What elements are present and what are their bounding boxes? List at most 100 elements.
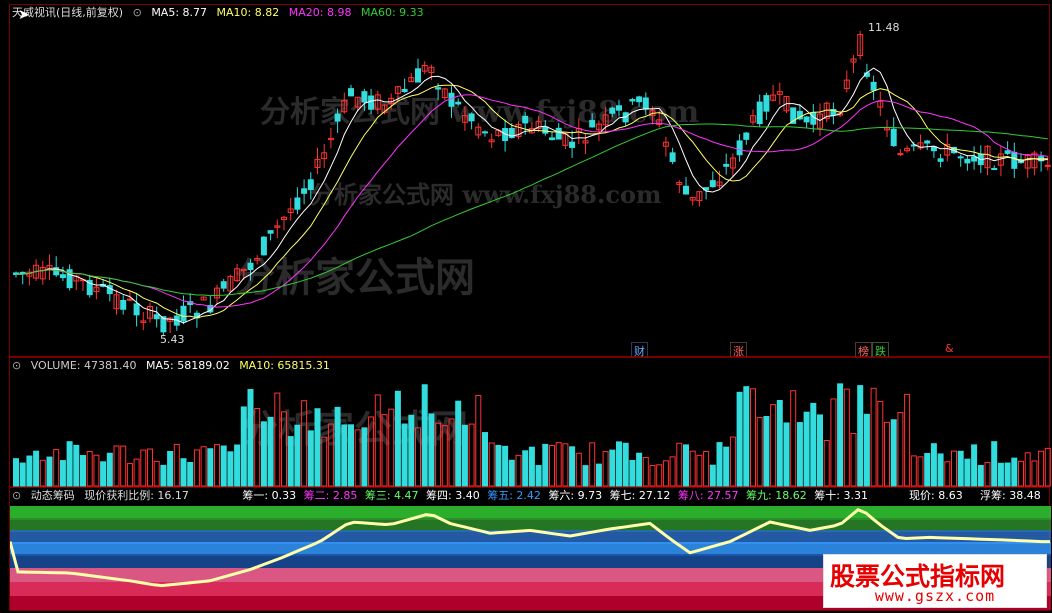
candle-body (307, 179, 314, 191)
main-header: ➤ 天威视讯(日线,前复权) ⊙ MA5: 8.77 MA10: 8.82 MA… (12, 6, 430, 23)
volume-bar (910, 455, 917, 487)
volume-bar (964, 458, 971, 487)
candle-body (736, 140, 743, 156)
chip-distribution-pane[interactable]: ⊙ 动态筹码 现价获利比例: 16.17 筹一: 0.33 筹二: 2.85 筹… (9, 487, 1051, 611)
volume-bar (361, 427, 368, 487)
ma60-label: MA60: 9.33 (360, 6, 424, 19)
candle-body (448, 92, 455, 107)
volume-bar (582, 465, 589, 487)
candle-body (569, 141, 576, 148)
candle-body (180, 305, 187, 322)
volume-bar (843, 388, 850, 487)
candle-body (415, 68, 421, 83)
volume-label: VOLUME: 47381.40 (30, 359, 137, 372)
volume-bar (307, 430, 314, 487)
volume-bar (374, 394, 381, 487)
volume-bar (294, 424, 301, 487)
volume-bar (502, 445, 509, 487)
volume-bar (86, 451, 93, 487)
candle-body (870, 81, 877, 91)
volume-bar (461, 424, 468, 487)
volume-bar (642, 456, 649, 487)
volume-bar (113, 445, 120, 487)
volume-bar (616, 441, 622, 487)
volume-bar (193, 449, 200, 487)
volume-bar (1024, 452, 1031, 487)
current-price: 现价: 8.63 (909, 489, 963, 502)
volume-bar (455, 400, 462, 487)
candle-body (153, 314, 160, 320)
candle-body (763, 95, 770, 112)
candle-body (991, 168, 998, 171)
ma20-label: MA20: 8.98 (288, 6, 352, 19)
volume-bar (676, 442, 683, 487)
candlestick-chart-pane[interactable]: 分析家公式网 www.fxj88.com 分析家公式网 www.fxj88.co… (9, 4, 1051, 360)
volume-bar (100, 461, 107, 487)
candle-body (642, 97, 649, 110)
candle-body (971, 156, 978, 162)
volume-bar (683, 444, 689, 487)
volume-bar (770, 404, 777, 487)
cursor-arrow-icon: ➤ (18, 7, 30, 23)
candlestick-chart[interactable] (10, 5, 1051, 358)
volume-bar (850, 432, 857, 487)
volume-ma5-label: MA5: 58189.02 (145, 359, 230, 372)
volume-bar (810, 402, 817, 487)
candle-body (897, 153, 904, 156)
indicator-settings-icon[interactable]: ⊙ (12, 359, 21, 372)
candle-body (126, 298, 133, 301)
volume-bar (93, 454, 100, 487)
candle-body (267, 230, 274, 234)
logo-url: www.gszx.com (874, 587, 996, 605)
volume-bar (1004, 462, 1011, 487)
volume-bar (448, 418, 455, 487)
volume-bar (863, 413, 870, 487)
volume-chart-pane[interactable]: 分析家公式网 ⊙ VOLUME: 47381.40 MA5: 58189.02 … (9, 357, 1051, 488)
candle-body (709, 180, 716, 188)
volume-bar (368, 416, 375, 487)
volume-bar (468, 423, 475, 487)
candle-body (609, 107, 616, 114)
volume-bar (756, 417, 763, 487)
volume-bar (977, 465, 984, 487)
volume-bar (180, 458, 187, 487)
volume-bar (542, 443, 549, 487)
chip-title: 动态筹码 (30, 489, 75, 502)
volume-bar (120, 445, 127, 487)
candle-body (468, 113, 475, 122)
indicator-settings-icon[interactable]: ⊙ (133, 6, 142, 19)
volume-bar (80, 455, 86, 487)
volume-bar (321, 436, 328, 487)
volume-bar (227, 451, 234, 487)
indicator-settings-icon[interactable]: ⊙ (12, 489, 21, 502)
candle-body (542, 126, 549, 134)
volume-bar (421, 384, 428, 487)
candle-body (301, 188, 308, 194)
volume-chart[interactable] (10, 358, 1051, 488)
event-tag-amp[interactable]: & (943, 342, 956, 355)
volume-bar (743, 386, 750, 487)
volume-bar (220, 445, 227, 487)
candle-body (120, 299, 127, 310)
chip-4: 筹四: 3.40 (426, 489, 480, 502)
candle-body (348, 88, 354, 97)
volume-bar (750, 388, 756, 487)
volume-bar (1031, 460, 1038, 487)
volume-bar (997, 462, 1004, 487)
volume-bar (187, 461, 194, 487)
volume-bar (656, 464, 663, 487)
candle-body (1011, 151, 1018, 169)
high-price-label: 11.48 (868, 21, 900, 34)
candle-body (220, 281, 227, 289)
volume-bar (348, 424, 354, 487)
volume-bar (569, 446, 576, 487)
volume-bar (957, 450, 964, 487)
candle-body (636, 96, 643, 103)
volume-bar (314, 408, 321, 487)
site-logo: 股票公式指标网 www.gszx.com (823, 554, 1047, 608)
candle-body (435, 87, 442, 90)
volume-bar (59, 460, 66, 487)
volume-bar (689, 450, 696, 487)
candle-body (756, 101, 763, 125)
volume-bar (783, 422, 790, 487)
